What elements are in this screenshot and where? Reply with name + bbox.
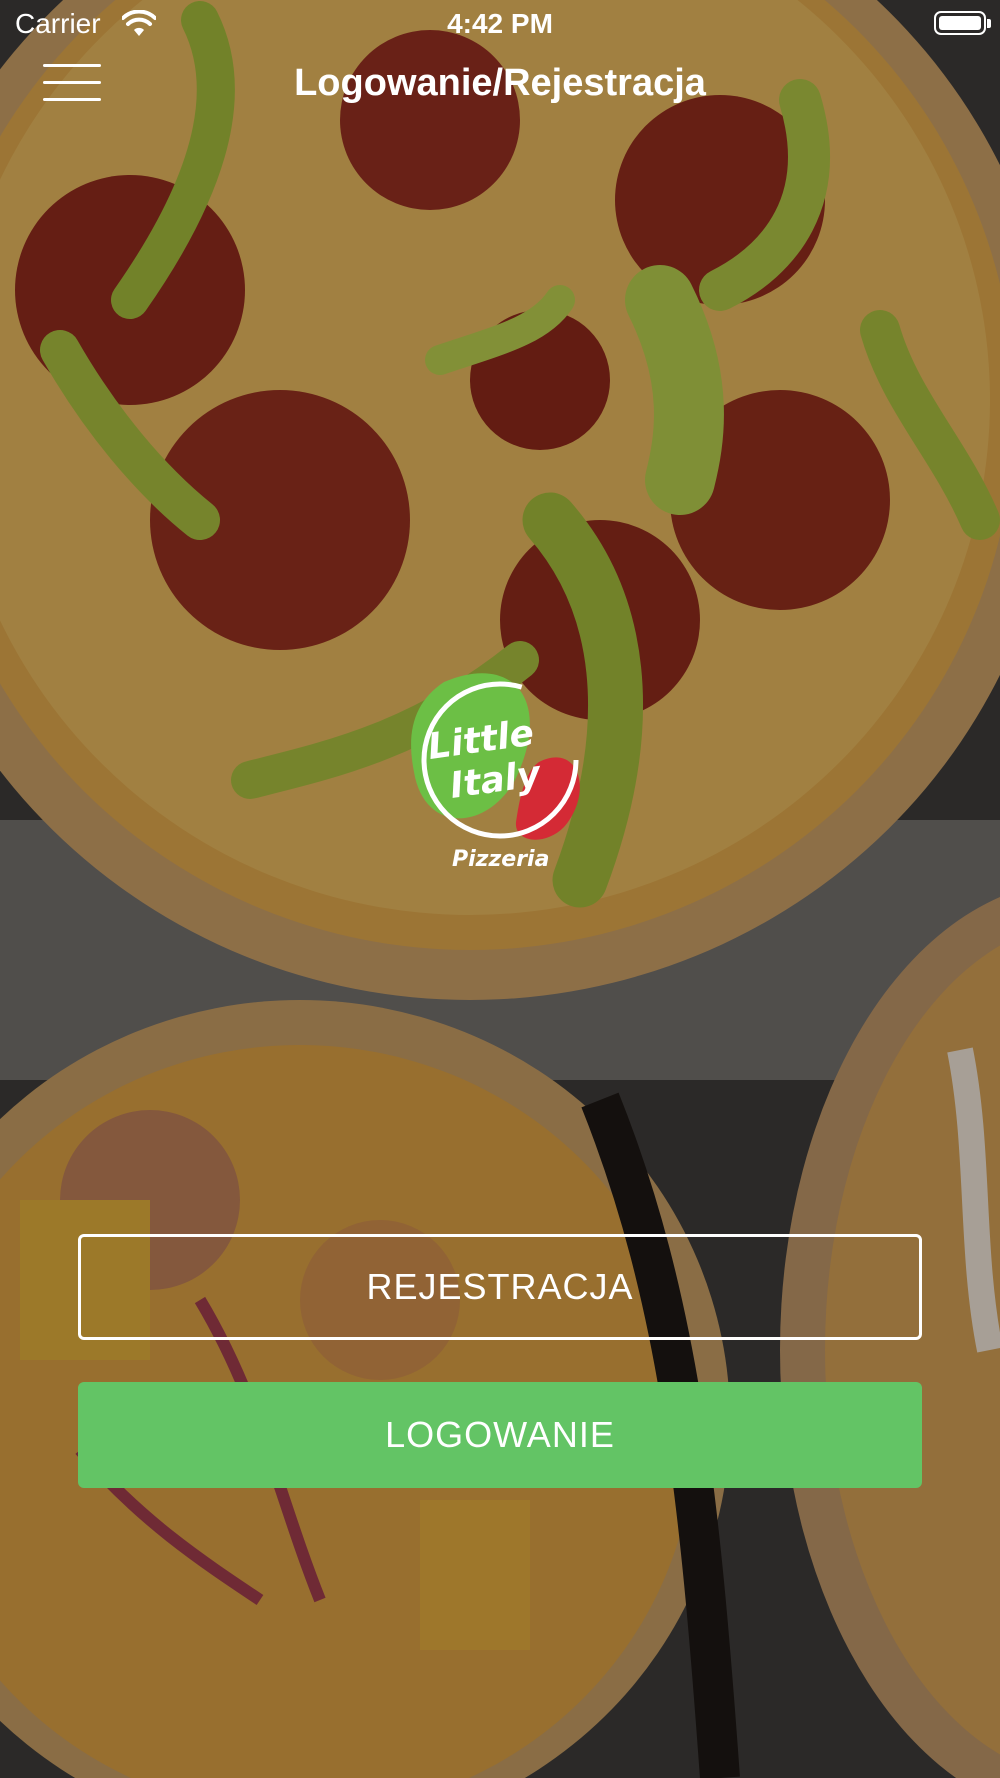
status-time: 4:42 PM (447, 8, 553, 39)
status-bar: Carrier 4:42 PM (0, 0, 1000, 50)
login-button[interactable]: LOGOWANIE (78, 1382, 922, 1488)
background-dim-overlay (0, 0, 1000, 1778)
little-italy-pizzeria-logo: Little Italy Pizzeria (411, 673, 580, 872)
battery-icon (934, 11, 991, 35)
page-title: Logowanie/Rejestracja (294, 62, 706, 104)
svg-text:Pizzeria: Pizzeria (452, 847, 549, 872)
register-button[interactable]: REJESTRACJA (78, 1234, 922, 1340)
